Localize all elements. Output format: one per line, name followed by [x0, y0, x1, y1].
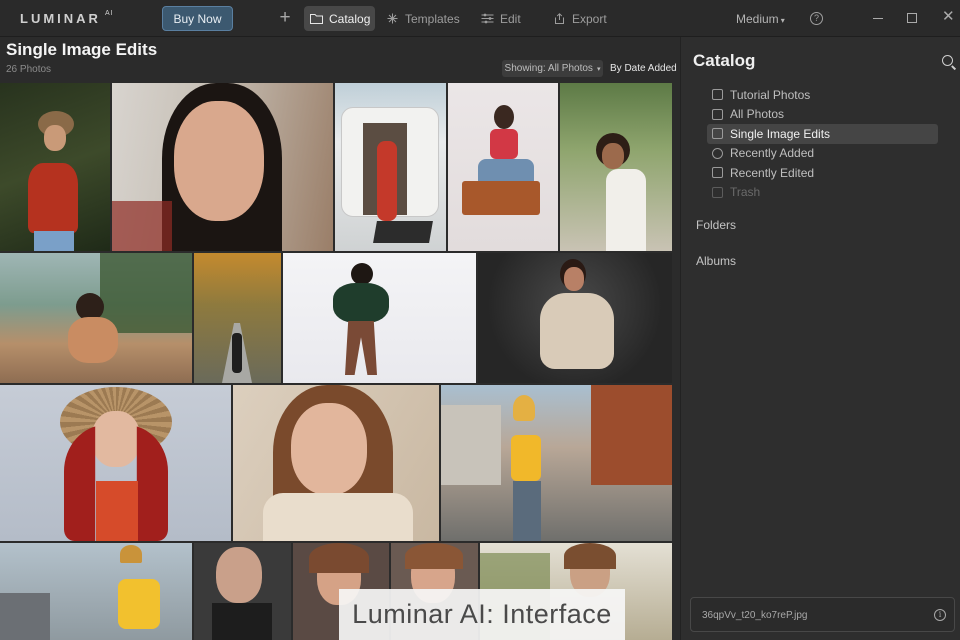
- chevron-down-icon: ▾: [596, 65, 601, 73]
- caption-overlay: Luminar AI: Interface: [339, 589, 625, 640]
- sidebar-item-label: Recently Edited: [730, 165, 815, 180]
- sliders-icon: [712, 167, 723, 179]
- sparkle-icon: [387, 13, 398, 24]
- logo-text: LUMINAR: [20, 11, 101, 26]
- photo-thumbnail[interactable]: [478, 253, 672, 383]
- sidebar-item-tutorial-photos[interactable]: Tutorial Photos: [707, 85, 938, 105]
- photo-thumbnail[interactable]: [0, 385, 231, 541]
- trash-icon: [712, 186, 723, 198]
- logo-suffix: AI: [104, 10, 114, 17]
- filter-dropdown[interactable]: Showing: All Photos ▾: [502, 60, 603, 77]
- sidebar-item-label: All Photos: [730, 107, 785, 122]
- photo-thumbnail[interactable]: [194, 253, 281, 383]
- sidebar-item-all-photos[interactable]: All Photos: [707, 105, 938, 125]
- chevron-down-icon: ▾: [780, 16, 785, 25]
- sidebar-item-label: Tutorial Photos: [730, 87, 811, 102]
- sort-dropdown[interactable]: By Date Added: [610, 63, 677, 74]
- file-info-bar: 36qpVv_t20_ko7reP.jpg i: [690, 597, 955, 632]
- photo-thumbnail[interactable]: [441, 385, 672, 541]
- sliders-icon: [481, 13, 494, 24]
- photo-thumbnail[interactable]: [560, 83, 672, 251]
- sidebar-item-label: Single Image Edits: [730, 126, 831, 141]
- photo-count: 26 Photos: [6, 64, 52, 75]
- maximize-icon[interactable]: [907, 13, 917, 23]
- plus-circle-icon: [712, 147, 723, 159]
- photo-thumbnail[interactable]: [233, 385, 439, 541]
- info-icon[interactable]: i: [934, 609, 946, 621]
- photo-thumbnail[interactable]: [283, 253, 476, 383]
- albums-section[interactable]: Albums: [696, 254, 736, 268]
- sidebar-item-recently-added[interactable]: Recently Added: [707, 144, 938, 164]
- tab-edit[interactable]: Edit: [481, 6, 521, 31]
- stack-icon: [712, 108, 723, 120]
- grid-icon: [712, 128, 723, 140]
- panel-title: Catalog: [693, 51, 756, 70]
- photo-thumbnail[interactable]: [194, 543, 291, 640]
- photo-grid: [0, 83, 672, 640]
- photo-thumbnail[interactable]: [112, 83, 333, 251]
- tab-export-label: Export: [572, 11, 607, 26]
- photo-thumbnail[interactable]: [335, 83, 446, 251]
- photo-thumbnail[interactable]: [0, 253, 192, 383]
- sidebar-item-single-image-edits[interactable]: Single Image Edits: [707, 124, 938, 144]
- sidebar-item-label: Recently Added: [730, 146, 815, 161]
- top-toolbar: LUMINAR AI Buy Now + Catalog Templates Ed…: [0, 0, 960, 37]
- tab-templates-label: Templates: [405, 11, 460, 26]
- tab-templates[interactable]: Templates: [386, 6, 460, 31]
- tab-catalog-label: Catalog: [329, 11, 371, 26]
- file-name: 36qpVv_t20_ko7reP.jpg: [702, 610, 808, 621]
- add-photos-button[interactable]: +: [276, 8, 294, 28]
- thumbnail-size-value: Medium: [736, 12, 779, 26]
- catalog-panel: Catalog Tutorial Photos All Photos Singl…: [680, 37, 960, 640]
- filter-label: Showing: All Photos: [504, 63, 593, 74]
- tab-export[interactable]: Export: [553, 6, 607, 31]
- sidebar-item-trash[interactable]: Trash: [707, 183, 938, 203]
- photo-thumbnail[interactable]: [0, 543, 192, 640]
- catalog-list: Tutorial Photos All Photos Single Image …: [707, 85, 938, 202]
- graduation-cap-icon: [712, 89, 723, 101]
- photo-thumbnail[interactable]: [0, 83, 110, 251]
- folders-section[interactable]: Folders: [696, 218, 736, 232]
- search-icon[interactable]: [942, 55, 953, 66]
- page-title: Single Image Edits: [6, 40, 158, 59]
- luminar-logo: LUMINAR AI: [20, 10, 114, 26]
- sidebar-item-label: Trash: [730, 185, 761, 200]
- photo-thumbnail[interactable]: [448, 83, 558, 251]
- close-icon[interactable]: ✕: [942, 9, 955, 24]
- sidebar-item-recently-edited[interactable]: Recently Edited: [707, 163, 938, 183]
- tab-edit-label: Edit: [500, 11, 521, 26]
- thumbnail-size-dropdown[interactable]: Medium ▾: [736, 12, 785, 26]
- minimize-icon[interactable]: [873, 18, 883, 19]
- share-icon: [555, 13, 564, 24]
- help-icon[interactable]: ?: [810, 12, 823, 25]
- folder-icon: [310, 14, 323, 24]
- tab-catalog[interactable]: Catalog: [304, 6, 375, 31]
- buy-now-button[interactable]: Buy Now: [162, 6, 233, 31]
